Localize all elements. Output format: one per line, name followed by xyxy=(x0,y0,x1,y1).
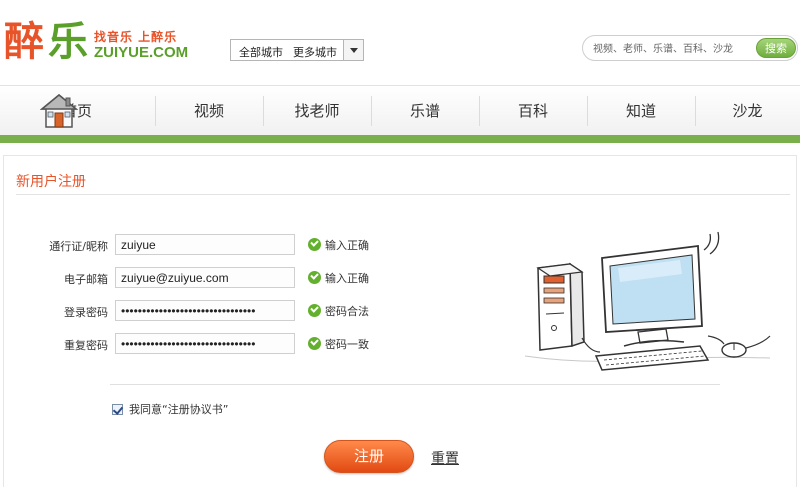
check-icon xyxy=(308,271,321,284)
nav-label-teachers: 找老师 xyxy=(294,102,340,120)
confirm-password-label: 重复密码 xyxy=(64,339,108,352)
nickname-status-text: 输入正确 xyxy=(325,239,369,252)
search-button[interactable]: 搜索 xyxy=(756,38,796,58)
site-logo[interactable]: 醉 乐 找音乐 上醉乐 ZUIYUE.COM xyxy=(4,18,188,70)
search-box: 搜索 xyxy=(582,35,798,61)
nav-item-salon[interactable]: 沙龙 xyxy=(695,86,800,136)
password-status-text: 密码合法 xyxy=(325,305,369,318)
confirm-password-status: 密码一致 xyxy=(308,336,369,352)
nav-label-video: 视频 xyxy=(193,102,224,120)
check-icon xyxy=(308,337,321,350)
chevron-down-icon[interactable] xyxy=(343,40,363,60)
confirm-password-status-text: 密码一致 xyxy=(325,338,369,351)
email-field[interactable] xyxy=(115,267,295,288)
form-row-confirm-password: 重复密码 密码一致 xyxy=(0,333,420,355)
agreement-label[interactable]: 我同意“注册协议书” xyxy=(129,403,228,416)
main-nav: 首页 视频 找老师 乐谱 百科 知道 沙龙 xyxy=(0,85,800,135)
search-input[interactable] xyxy=(593,41,753,57)
password-field[interactable] xyxy=(115,300,295,321)
check-icon xyxy=(308,238,321,251)
monitor-icon xyxy=(601,244,703,347)
email-label: 电子邮箱 xyxy=(64,273,108,286)
computer-illustration xyxy=(524,231,771,371)
check-icon xyxy=(308,304,321,317)
email-status: 输入正确 xyxy=(308,270,369,286)
logo-char-zui: 醉 xyxy=(4,18,44,65)
home-icon xyxy=(40,94,78,128)
nav-item-knowledge[interactable]: 知道 xyxy=(587,86,695,136)
password-status: 密码合法 xyxy=(308,303,369,319)
header: 醉 乐 找音乐 上醉乐 ZUIYUE.COM 全部城市 更多城市 搜索 xyxy=(0,0,800,84)
nickname-field[interactable] xyxy=(115,234,295,255)
reset-link[interactable]: 重置 xyxy=(431,448,459,468)
nav-item-video[interactable]: 视频 xyxy=(155,86,263,136)
nav-label-knowledge: 知道 xyxy=(625,102,656,120)
city-more[interactable]: 更多城市 xyxy=(293,44,337,60)
nav-item-home[interactable]: 首页 xyxy=(0,86,155,136)
nav-label-sheet-music: 乐谱 xyxy=(409,102,440,120)
logo-slogan: 找音乐 上醉乐 xyxy=(94,30,178,44)
agreement-row: 我同意“注册协议书” xyxy=(112,401,228,417)
divider xyxy=(110,384,720,385)
keyboard-icon xyxy=(594,345,710,371)
email-status-text: 输入正确 xyxy=(325,272,369,285)
agreement-checkbox[interactable] xyxy=(112,404,123,415)
city-selector[interactable]: 全部城市 更多城市 xyxy=(230,39,364,61)
password-label: 登录密码 xyxy=(64,306,108,319)
nav-item-sheet-music[interactable]: 乐谱 xyxy=(371,86,479,136)
form-row-nickname: 通行证/昵称 输入正确 xyxy=(0,234,420,256)
nav-accent-bar xyxy=(0,135,800,143)
nav-item-teachers[interactable]: 找老师 xyxy=(263,86,371,136)
nav-label-encyclopedia: 百科 xyxy=(517,102,548,120)
form-row-email: 电子邮箱 输入正确 xyxy=(0,267,420,289)
page-title: 新用户注册 xyxy=(16,174,86,190)
register-button[interactable]: 注册 xyxy=(324,440,414,473)
logo-domain: ZUIYUE.COM xyxy=(94,44,189,61)
nav-item-encyclopedia[interactable]: 百科 xyxy=(479,86,587,136)
form-row-password: 登录密码 密码合法 xyxy=(0,300,420,322)
confirm-password-field[interactable] xyxy=(115,333,295,354)
pc-tower-icon xyxy=(536,262,585,351)
nav-label-salon: 沙龙 xyxy=(732,102,763,120)
nickname-label: 通行证/昵称 xyxy=(49,240,108,253)
divider xyxy=(16,194,790,195)
mouse-icon xyxy=(707,335,747,358)
logo-char-le: 乐 xyxy=(48,18,88,65)
city-current[interactable]: 全部城市 xyxy=(239,44,283,60)
nickname-status: 输入正确 xyxy=(308,237,369,253)
